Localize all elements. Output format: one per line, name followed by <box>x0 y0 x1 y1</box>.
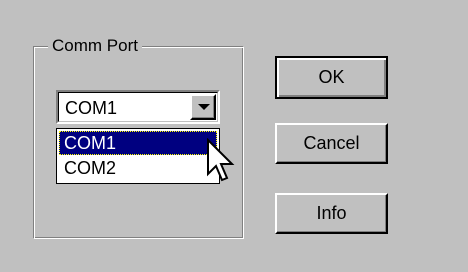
mouse-pointer-icon <box>207 138 235 182</box>
dropdown-option-com2[interactable]: COM2 <box>59 156 217 180</box>
dropdown-option-com1[interactable]: COM1 <box>59 131 217 155</box>
combobox-selected-value: COM1 <box>65 98 118 118</box>
comm-port-groupbox-label: Comm Port <box>48 36 142 56</box>
comm-port-combobox[interactable]: COM1 <box>56 90 220 124</box>
triangle-down-icon <box>198 104 210 110</box>
comm-port-dropdown-list: COM1 COM2 <box>56 128 220 184</box>
info-button[interactable]: Info <box>275 193 388 234</box>
dropdown-arrow-button[interactable] <box>190 94 216 120</box>
comm-port-dialog: Comm Port COM1 COM1 COM2 OK Cancel Info <box>0 0 468 272</box>
ok-button[interactable]: OK <box>275 56 388 99</box>
combobox-field: COM1 <box>58 92 218 122</box>
cancel-button[interactable]: Cancel <box>275 123 388 164</box>
